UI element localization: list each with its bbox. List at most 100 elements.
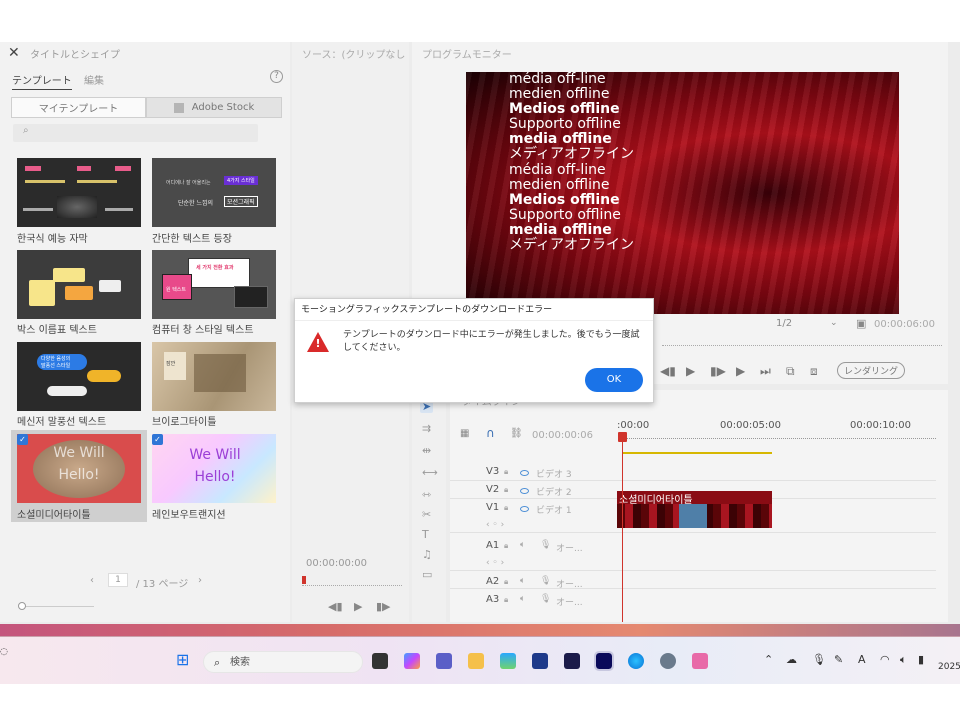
program-play-icon[interactable]: ▶	[686, 364, 695, 378]
slider-knob[interactable]	[18, 602, 26, 610]
tab-edit[interactable]: 編集	[84, 72, 104, 87]
edge-icon[interactable]	[628, 653, 644, 669]
eye-icon[interactable]	[520, 470, 529, 476]
task-view-icon[interactable]	[372, 653, 388, 669]
resolution-select[interactable]: 1/2	[776, 318, 792, 329]
lock-icon[interactable]: 🔒︎	[504, 503, 508, 513]
template-8-checkbox[interactable]: ✓	[152, 434, 163, 445]
mic-icon[interactable]: 🎙︎	[812, 653, 826, 666]
step-back-icon[interactable]: ◀▮	[328, 600, 343, 613]
next-page-icon[interactable]: ›	[198, 575, 202, 586]
file-explorer-icon[interactable]	[468, 653, 484, 669]
start-icon[interactable]: ⊞	[176, 652, 189, 668]
step-forward-frame-icon[interactable]: ▮▶	[710, 364, 726, 378]
settings-icon[interactable]	[660, 653, 676, 669]
adobe-stock-button[interactable]: Adobe Stock	[146, 97, 282, 118]
my-templates-button[interactable]: マイテンプレート	[11, 97, 146, 118]
clock-year[interactable]: 2025	[938, 662, 960, 672]
weather-icon[interactable]: ◌	[0, 647, 8, 657]
go-to-out-icon[interactable]: ⏭	[760, 364, 771, 379]
snap-icon[interactable]: ∩	[486, 426, 495, 440]
eye-icon[interactable]	[520, 506, 529, 512]
mic-icon[interactable]: 🎙︎	[540, 594, 551, 604]
taskbar-search-input[interactable]: ⌕ 検索	[203, 651, 363, 673]
lock-icon[interactable]: 🔒︎	[504, 541, 508, 551]
overwrite-icon[interactable]: ⧈	[810, 364, 818, 379]
media-encoder-icon[interactable]	[564, 653, 580, 669]
speaker-icon[interactable]: 🔈︎	[520, 576, 525, 586]
keyframe-nav-icon[interactable]: ‹ ◦ ›	[486, 520, 504, 530]
cloud-icon[interactable]: ☁	[786, 653, 797, 666]
template-search-input[interactable]: ⌕	[13, 124, 258, 142]
close-icon[interactable]: ✕	[8, 45, 20, 61]
insert-icon[interactable]: ⧉	[786, 364, 795, 379]
battery-icon[interactable]: ▮	[918, 653, 924, 666]
rectangle-tool-icon[interactable]: ▭	[422, 568, 432, 581]
volume-icon[interactable]: 🔈︎	[900, 653, 907, 667]
thumbnail-size-slider[interactable]	[22, 606, 94, 607]
razor-icon[interactable]: ✂	[422, 508, 431, 521]
wifi-icon[interactable]: ◠	[880, 653, 890, 666]
timeline-ruler[interactable]	[618, 433, 936, 439]
lock-icon[interactable]: 🔒︎	[504, 577, 508, 587]
source-ruler[interactable]	[302, 582, 402, 586]
template-thumb-6[interactable]: 잠깐	[152, 342, 276, 411]
ime-icon[interactable]: A	[858, 653, 866, 666]
playhead-line[interactable]	[622, 434, 623, 622]
ok-button[interactable]: OK	[585, 368, 643, 392]
copilot-icon[interactable]	[404, 653, 420, 669]
template-7-checkbox[interactable]: ✓	[17, 434, 28, 445]
audio-tool-icon[interactable]: ♫	[422, 548, 432, 561]
template-thumb-7[interactable]: We Will Hello!	[17, 434, 141, 503]
template-thumb-1[interactable]	[17, 158, 141, 227]
offline-line-6: メディアオフライン	[509, 146, 635, 162]
fit-screen-icon[interactable]: ▣	[856, 317, 866, 330]
linked-selection-icon[interactable]: ⛓	[510, 428, 523, 439]
store-icon[interactable]	[500, 653, 516, 669]
keyframe-nav-icon[interactable]: ‹ ◦ ›	[486, 558, 504, 568]
premiere-rush-icon[interactable]	[532, 653, 548, 669]
help-icon[interactable]: ?	[270, 70, 283, 83]
slip-tool-icon[interactable]: ⇿	[422, 488, 431, 501]
ripple-edit-icon[interactable]: ⇹	[422, 444, 431, 457]
lock-icon[interactable]: 🔒︎	[504, 485, 508, 495]
thumb4-line2: 원 텍스트	[166, 287, 186, 293]
step-forward-icon[interactable]: ▮▶	[376, 600, 391, 613]
teams-icon[interactable]	[436, 653, 452, 669]
speaker-icon[interactable]: 🔈︎	[520, 594, 525, 604]
speaker-icon[interactable]: 🔈︎	[520, 540, 525, 550]
track-select-icon[interactable]: ⇉	[422, 422, 431, 435]
adobe-stock-label: Adobe Stock	[191, 102, 255, 113]
chevron-down-icon[interactable]: ⌄	[830, 318, 838, 328]
chevron-up-icon[interactable]: ⌃	[764, 653, 773, 666]
lock-icon[interactable]: 🔒︎	[504, 467, 508, 477]
render-button[interactable]: レンダリング	[837, 362, 906, 379]
page-number-input[interactable]: 1	[108, 573, 128, 587]
nest-icon[interactable]: ▦	[460, 428, 469, 439]
rolling-edit-icon[interactable]: ⟷	[422, 466, 438, 479]
template-thumb-2[interactable]: 어디에나 잘 어울리는 4가지 스타일 단순한 느낌의 모션그래픽	[152, 158, 276, 227]
prev-page-icon[interactable]: ‹	[90, 575, 94, 586]
template-thumb-8[interactable]: We Will Hello!	[152, 434, 276, 503]
eye-icon[interactable]	[520, 488, 529, 494]
work-area-bar[interactable]	[622, 452, 772, 454]
program-ruler[interactable]	[662, 340, 942, 346]
template-thumb-3[interactable]	[17, 250, 141, 319]
premiere-pro-icon[interactable]	[594, 651, 614, 671]
mic-icon[interactable]: 🎙︎	[540, 540, 551, 550]
program-video[interactable]: média off-line medien offline Medios off…	[466, 72, 899, 314]
mark-out-icon[interactable]: ▶	[736, 364, 745, 378]
type-tool-icon[interactable]: T	[422, 528, 429, 541]
source-playhead[interactable]	[302, 576, 306, 584]
play-icon[interactable]: ▶	[354, 600, 362, 613]
tab-templates[interactable]: テンプレート	[12, 72, 72, 90]
step-back-frame-icon[interactable]: ◀▮	[660, 364, 676, 378]
thumb8-text: We Will Hello!	[189, 447, 241, 485]
mic-icon[interactable]: 🎙︎	[540, 576, 551, 586]
lock-icon[interactable]: 🔒︎	[504, 595, 508, 605]
template-thumb-5[interactable]: 다양한 음성의 말풍선 스타일	[17, 342, 141, 411]
timeline-clip[interactable]: 소셜미디어타이틀	[617, 491, 772, 528]
snipping-tool-icon[interactable]	[692, 653, 708, 669]
pen-icon[interactable]: ✎	[834, 653, 843, 666]
template-thumb-4[interactable]: 세 가지 전환 효과 원 텍스트	[152, 250, 276, 319]
